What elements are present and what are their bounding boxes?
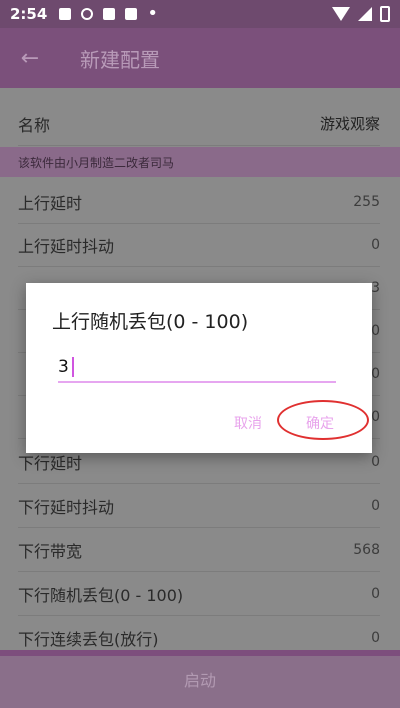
name-value[interactable]: 游戏观察 xyxy=(320,113,380,134)
name-row[interactable]: 名称 游戏观察 xyxy=(18,102,380,146)
app-bar: ← 新建配置 xyxy=(0,28,400,88)
text-cursor xyxy=(71,357,74,377)
dialog-title: 上行随机丢包(0 - 100) xyxy=(52,311,249,333)
row-label: 上行延时 xyxy=(18,193,83,213)
row-value: 0 xyxy=(371,236,380,253)
row-value: 0 xyxy=(371,585,380,602)
list-item[interactable]: 上行延时 255 xyxy=(18,180,380,224)
row-value: 0 xyxy=(371,453,380,470)
page-title: 新建配置 xyxy=(80,47,160,72)
author-banner: 该软件由小月制造二改者司马 xyxy=(0,147,400,177)
play-icon xyxy=(103,8,116,20)
back-arrow-icon[interactable]: ← xyxy=(0,46,60,71)
row-value: 0 xyxy=(371,629,380,646)
row-label: 下行连续丢包(放行) xyxy=(18,629,159,649)
row-value: 0 xyxy=(371,322,380,339)
input-value: 3 xyxy=(58,357,69,377)
row-value: 3 xyxy=(371,279,380,296)
input-dialog: 上行随机丢包(0 - 100) 3 取消 确定 xyxy=(26,283,372,453)
cancel-button[interactable]: 取消 xyxy=(234,413,262,433)
image-icon xyxy=(59,8,72,20)
list-item[interactable]: 下行延时抖动 0 xyxy=(18,484,380,528)
clock: 2:54 xyxy=(10,5,48,23)
row-label: 下行随机丢包(0 - 100) xyxy=(18,585,184,605)
row-value: 0 xyxy=(371,408,380,425)
packet-loss-input[interactable]: 3 xyxy=(58,353,336,383)
row-label: 下行延时抖动 xyxy=(18,497,115,517)
record-icon xyxy=(81,8,94,20)
list-item[interactable]: 下行随机丢包(0 - 100) 0 xyxy=(18,572,380,616)
list-item[interactable]: 上行延时抖动 0 xyxy=(18,223,380,267)
list-item[interactable]: 下行带宽 568 xyxy=(18,528,380,572)
start-button[interactable]: 启动 xyxy=(0,650,400,708)
signal-icon xyxy=(358,7,372,21)
name-label: 名称 xyxy=(18,115,51,135)
battery-icon xyxy=(380,6,390,22)
row-value: 0 xyxy=(371,365,380,382)
wifi-icon xyxy=(332,7,350,21)
row-value: 255 xyxy=(353,193,380,210)
font-icon xyxy=(125,8,138,20)
row-label: 下行延时 xyxy=(18,453,83,473)
row-value: 568 xyxy=(353,541,380,558)
row-label: 下行带宽 xyxy=(18,541,83,561)
row-value: 0 xyxy=(371,497,380,514)
annotation-circle xyxy=(277,400,369,440)
divider xyxy=(0,650,400,656)
row-label: 上行延时抖动 xyxy=(18,236,115,256)
notification-dot: • xyxy=(147,3,158,24)
status-bar: 2:54 • xyxy=(0,0,400,28)
